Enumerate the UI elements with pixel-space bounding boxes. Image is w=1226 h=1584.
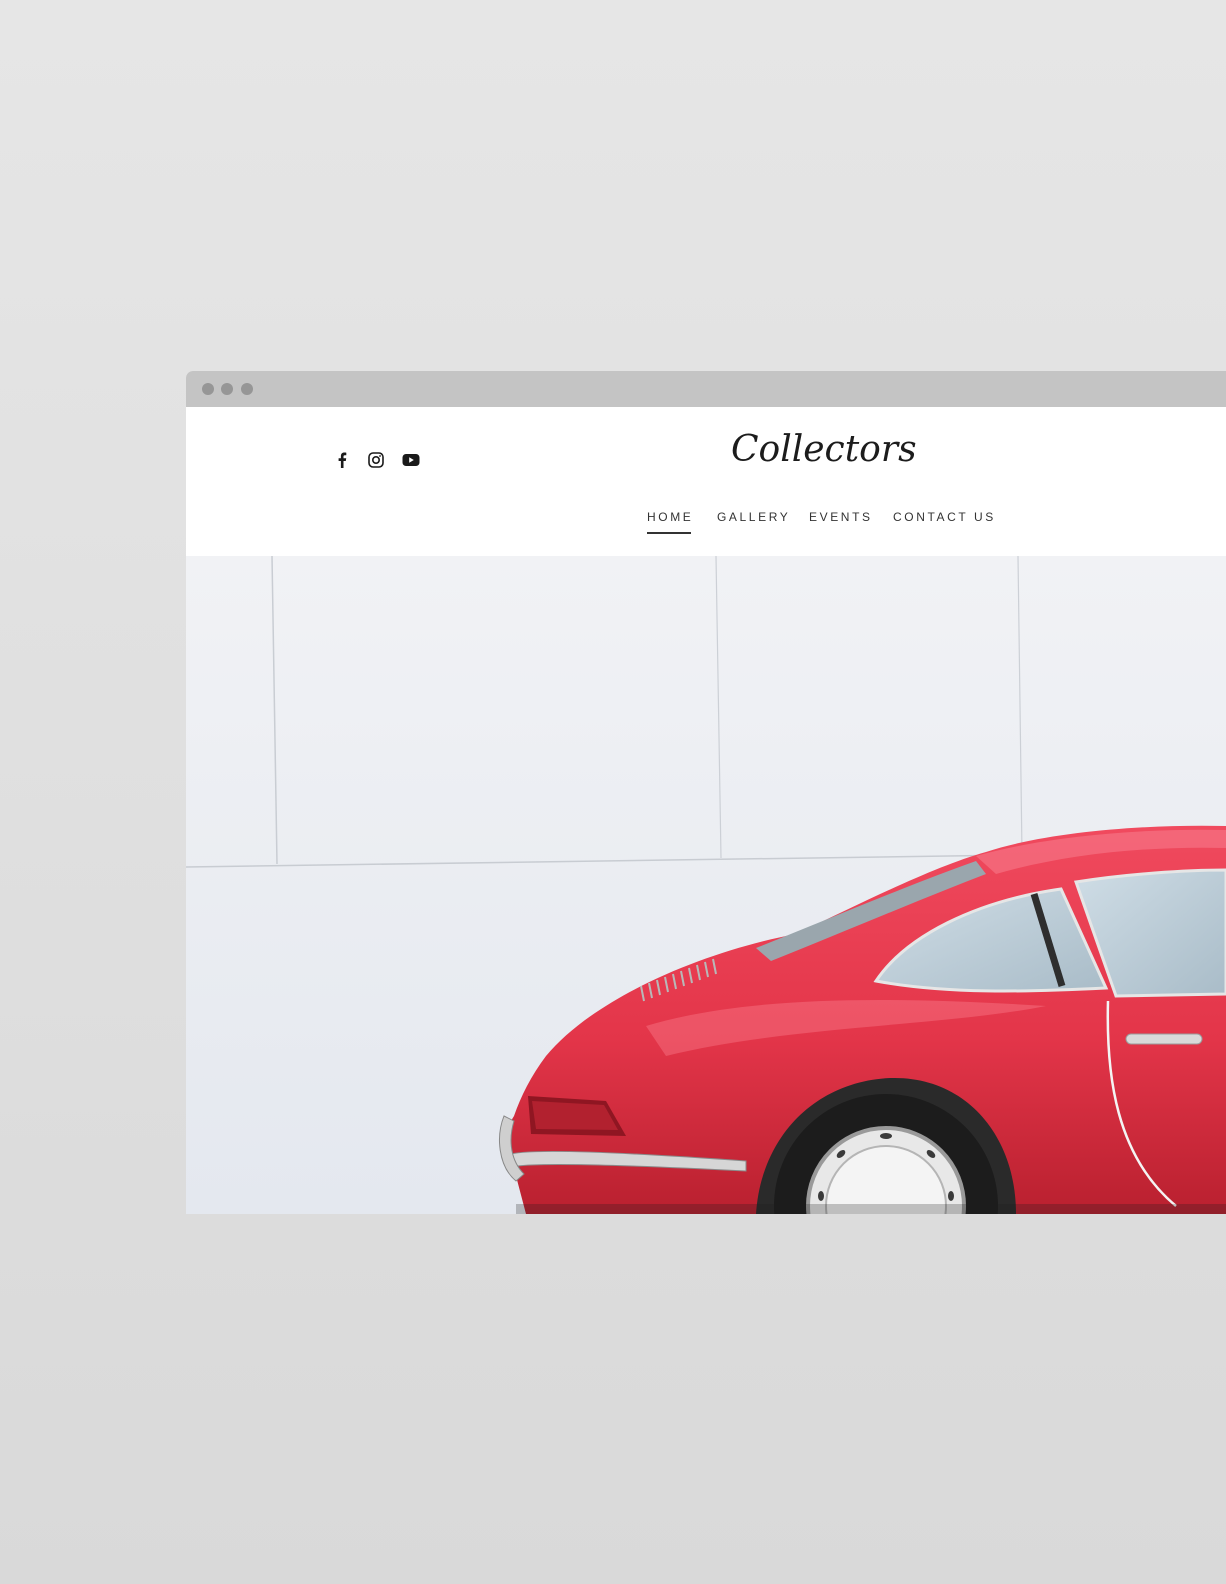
window-close-dot[interactable] — [202, 383, 214, 395]
hero-car-illustration — [186, 556, 1226, 1214]
instagram-icon[interactable] — [365, 449, 387, 471]
nav-item-home[interactable]: HOME — [647, 510, 693, 534]
site-header: Collectors HOME GALLERY EVENTS CONTACT U… — [186, 407, 1226, 555]
hero-image — [186, 556, 1226, 1214]
site-logo[interactable]: Collectors — [731, 429, 917, 470]
main-nav: HOME GALLERY EVENTS CONTACT US — [186, 510, 1226, 540]
browser-window: Collectors HOME GALLERY EVENTS CONTACT U… — [186, 371, 1226, 1214]
nav-item-gallery[interactable]: GALLERY — [717, 510, 790, 524]
facebook-icon[interactable] — [331, 449, 353, 471]
window-maximize-dot[interactable] — [241, 383, 253, 395]
youtube-icon[interactable] — [400, 449, 422, 471]
window-minimize-dot[interactable] — [221, 383, 233, 395]
browser-titlebar — [186, 371, 1226, 407]
nav-item-events[interactable]: EVENTS — [809, 510, 873, 524]
nav-item-contact-us[interactable]: CONTACT US — [893, 510, 996, 524]
